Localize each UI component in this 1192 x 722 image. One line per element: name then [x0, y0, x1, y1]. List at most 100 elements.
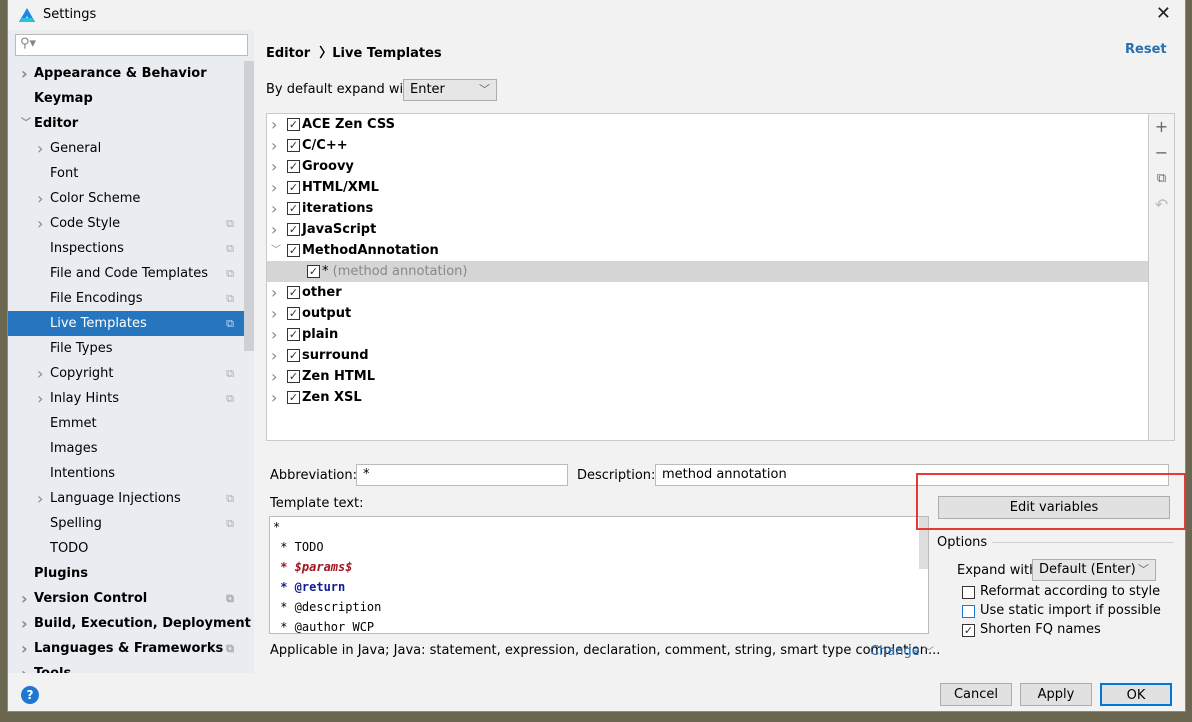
revert-icon[interactable]: ↶: [1149, 192, 1174, 218]
project-copy-icon: ⧉: [226, 592, 234, 605]
template-checkbox[interactable]: ✓: [287, 244, 300, 257]
chevron-right-icon[interactable]: ›: [271, 345, 277, 366]
template-checkbox[interactable]: ✓: [287, 223, 300, 236]
sidebar-item[interactable]: ﹀ Editor: [8, 111, 244, 136]
sidebar-item[interactable]: Spelling ⧉: [8, 511, 244, 536]
template-checkbox[interactable]: ✓: [287, 286, 300, 299]
sidebar-item[interactable]: Intentions: [8, 461, 244, 486]
sidebar-item[interactable]: Emmet: [8, 411, 244, 436]
template-checkbox[interactable]: ✓: [287, 181, 300, 194]
sidebar-scrollbar[interactable]: [244, 61, 254, 351]
template-tree-row[interactable]: ﹀ ✓ MethodAnnotation: [267, 240, 1148, 261]
template-text-editor[interactable]: * * TODO * $params$ * @return * @descrip…: [269, 516, 929, 634]
default-expand-select[interactable]: Enter ﹀: [403, 79, 497, 101]
change-context-link[interactable]: Change ﹀: [870, 643, 934, 659]
sidebar-item[interactable]: › Version Control ⧉: [8, 586, 244, 611]
sidebar-item[interactable]: Keymap: [8, 86, 244, 111]
chevron-right-icon[interactable]: ›: [271, 387, 277, 408]
template-tree-row[interactable]: › ✓ ACE Zen CSS: [267, 114, 1148, 135]
chevron-right-icon[interactable]: ›: [271, 324, 277, 345]
chevron-right-icon[interactable]: ›: [21, 61, 28, 86]
sidebar-item[interactable]: › Code Style ⧉: [8, 211, 244, 236]
sidebar-item[interactable]: › Build, Execution, Deployment: [8, 611, 251, 636]
template-checkbox[interactable]: ✓: [307, 265, 320, 278]
chevron-right-icon[interactable]: ›: [271, 219, 277, 240]
help-icon[interactable]: ?: [21, 686, 39, 704]
add-icon[interactable]: +: [1149, 114, 1174, 140]
sidebar-item[interactable]: › Color Scheme: [8, 186, 244, 211]
chevron-right-icon[interactable]: ›: [271, 156, 277, 177]
chevron-right-icon[interactable]: ›: [37, 486, 43, 511]
template-tree-row[interactable]: › ✓ plain: [267, 324, 1148, 345]
template-checkbox[interactable]: ✓: [287, 160, 300, 173]
template-checkbox[interactable]: ✓: [287, 328, 300, 341]
sidebar-item[interactable]: Inspections ⧉: [8, 236, 244, 261]
sidebar-item[interactable]: › Appearance & Behavior: [8, 61, 244, 86]
copy-icon[interactable]: ⧉: [1149, 166, 1174, 192]
chevron-right-icon[interactable]: ›: [271, 135, 277, 156]
template-tree-row[interactable]: › ✓ Groovy: [267, 156, 1148, 177]
chevron-right-icon[interactable]: ›: [37, 361, 43, 386]
chevron-right-icon[interactable]: ›: [271, 177, 277, 198]
chevron-right-icon[interactable]: ›: [271, 303, 277, 324]
template-tree-row[interactable]: › ✓ JavaScript: [267, 219, 1148, 240]
remove-icon[interactable]: −: [1149, 140, 1174, 166]
sidebar-item[interactable]: File Types: [8, 336, 244, 361]
sidebar-item[interactable]: File and Code Templates ⧉: [8, 261, 244, 286]
template-tree-row[interactable]: › ✓ output: [267, 303, 1148, 324]
chevron-right-icon[interactable]: ›: [37, 186, 43, 211]
chevron-right-icon[interactable]: ›: [21, 611, 28, 636]
reset-link[interactable]: Reset: [1125, 42, 1185, 57]
template-tree-row[interactable]: › ✓ surround: [267, 345, 1148, 366]
sidebar-item[interactable]: › Copyright ⧉: [8, 361, 244, 386]
chevron-right-icon[interactable]: ›: [271, 198, 277, 219]
sidebar-item[interactable]: Live Templates ⧉: [8, 311, 244, 336]
search-input[interactable]: ⚲▾: [15, 34, 248, 56]
chevron-right-icon[interactable]: ›: [271, 114, 277, 135]
sidebar-item[interactable]: › Tools: [8, 661, 244, 673]
checkbox-box[interactable]: [962, 586, 975, 599]
sidebar-item[interactable]: › Languages & Frameworks ⧉: [8, 636, 244, 661]
breadcrumb-editor[interactable]: Editor: [266, 46, 310, 61]
template-tree-row[interactable]: › ✓ iterations: [267, 198, 1148, 219]
chevron-down-icon[interactable]: ﹀: [271, 240, 281, 261]
sidebar-item[interactable]: Font: [8, 161, 244, 186]
template-checkbox[interactable]: ✓: [287, 118, 300, 131]
apply-button[interactable]: Apply: [1020, 683, 1092, 706]
sidebar-item[interactable]: TODO: [8, 536, 244, 561]
chevron-right-icon[interactable]: ›: [37, 386, 43, 411]
sidebar-item[interactable]: › Inlay Hints ⧉: [8, 386, 244, 411]
chevron-down-icon[interactable]: ﹀: [21, 111, 31, 136]
checkbox-box[interactable]: ✓: [962, 624, 975, 637]
chevron-right-icon[interactable]: ›: [37, 211, 43, 236]
template-tree-row[interactable]: › ✓ Zen HTML: [267, 366, 1148, 387]
chevron-right-icon[interactable]: ›: [271, 366, 277, 387]
sidebar-item[interactable]: Images: [8, 436, 244, 461]
sidebar-item[interactable]: › General: [8, 136, 244, 161]
chevron-right-icon[interactable]: ›: [37, 136, 43, 161]
template-checkbox[interactable]: ✓: [287, 307, 300, 320]
template-tree-row[interactable]: › ✓ Zen XSL: [267, 387, 1148, 408]
template-checkbox[interactable]: ✓: [287, 202, 300, 215]
template-checkbox[interactable]: ✓: [287, 370, 300, 383]
chevron-right-icon[interactable]: ›: [21, 661, 28, 673]
chevron-right-icon[interactable]: ›: [271, 282, 277, 303]
chevron-right-icon[interactable]: ›: [21, 586, 28, 611]
template-tree-row[interactable]: › ✓ HTML/XML: [267, 177, 1148, 198]
template-tree-row[interactable]: ✓ * (method annotation): [267, 261, 1148, 282]
cancel-button[interactable]: Cancel: [940, 683, 1012, 706]
checkbox-box[interactable]: [962, 605, 975, 618]
template-checkbox[interactable]: ✓: [287, 139, 300, 152]
sidebar-item[interactable]: File Encodings ⧉: [8, 286, 244, 311]
chevron-right-icon[interactable]: ›: [21, 636, 28, 661]
close-icon[interactable]: ✕: [1156, 3, 1171, 24]
sidebar-item[interactable]: Plugins: [8, 561, 244, 586]
template-tree-row[interactable]: › ✓ other: [267, 282, 1148, 303]
abbreviation-input[interactable]: *: [356, 464, 568, 486]
template-checkbox[interactable]: ✓: [287, 349, 300, 362]
ok-button[interactable]: OK: [1100, 683, 1172, 706]
template-tree-row[interactable]: › ✓ C/C++: [267, 135, 1148, 156]
sidebar-item[interactable]: › Language Injections ⧉: [8, 486, 244, 511]
expand-with-select[interactable]: Default (Enter) ﹀: [1032, 559, 1156, 581]
template-checkbox[interactable]: ✓: [287, 391, 300, 404]
